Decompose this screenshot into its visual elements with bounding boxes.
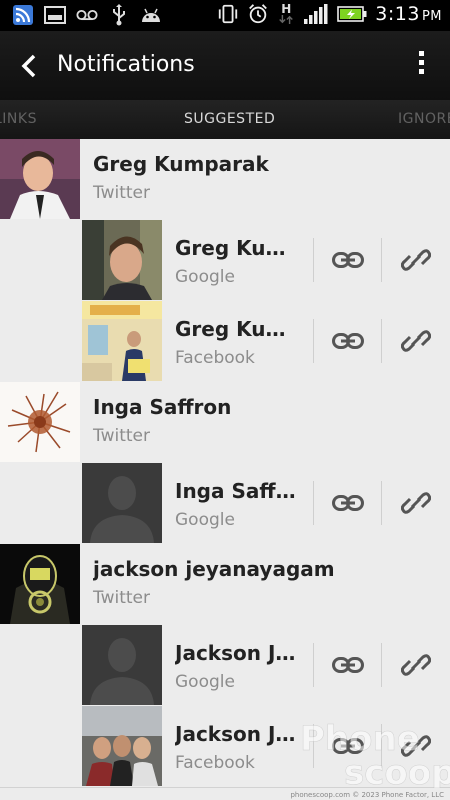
list-item[interactable]: Inga Saffron Google [0,463,450,545]
list-item[interactable]: Jackson Jeyanayagam Facebook [0,706,450,788]
divider [313,481,314,525]
link-icon [332,252,364,268]
contact-name: Jackson Jeyanayagam [175,641,303,665]
contact-source: Google [175,510,235,530]
status-clock: 3:13 PM [375,3,442,25]
link-button[interactable] [328,487,368,519]
footer-text: phonescoop.com © 2023 Phone Factor, LLC [290,791,444,799]
contact-name: Greg Kumparak [93,152,269,176]
footer-credit: phonescoop.com © 2023 Phone Factor, LLC [0,790,450,800]
page-title: Notifications [57,52,195,77]
contact-name: jackson jeyanayagam [93,557,335,581]
link-icon [332,657,364,673]
system-icons: H 3:13 PM [217,3,442,25]
unlink-button[interactable] [396,730,436,762]
list-item[interactable]: Greg Kumparak Facebook [0,301,450,383]
unlink-icon [401,249,431,271]
signal-icon [303,4,329,24]
avatar [82,220,162,300]
clock-time: 3:13 [375,3,420,25]
list-item[interactable]: Inga Saffron Twitter [0,382,450,464]
notification-icons [12,4,162,26]
divider [313,319,314,363]
link-icon [332,738,364,754]
contact-name: Greg Kumparak [175,236,303,260]
list-item[interactable]: Greg Kumparak Twitter [0,139,450,221]
more-vertical-icon [416,51,426,74]
divider [381,481,382,525]
contact-source: Facebook [175,348,255,368]
action-bar: Notifications [0,31,450,100]
unlink-button[interactable] [396,487,436,519]
hspa-data-icon: H [277,2,295,24]
tab-strip: LINKS SUGGESTED IGNORED [0,100,450,139]
link-button[interactable] [328,649,368,681]
unlink-icon [401,735,431,757]
avatar [82,706,162,786]
chevron-left-icon [21,54,36,78]
contact-source: Google [175,267,235,287]
image-icon [44,5,66,25]
divider [381,238,382,282]
divider [313,724,314,768]
unlink-icon [401,492,431,514]
tab-suggested[interactable]: SUGGESTED [184,111,275,127]
network-type: H [281,2,292,16]
list-item[interactable]: Greg Kumparak Google [0,220,450,302]
back-button[interactable] [14,51,44,81]
battery-charging-icon [337,4,367,24]
contact-source: Twitter [93,183,150,203]
clock-ampm: PM [421,9,442,24]
divider [313,238,314,282]
divider [313,643,314,687]
default-contact-icon [82,463,162,543]
avatar [82,625,162,705]
avatar [82,463,162,543]
unlink-button[interactable] [396,244,436,276]
usb-icon [108,4,130,26]
voicemail-icon [76,5,98,25]
alarm-icon [247,4,269,24]
contact-source: Twitter [93,588,150,608]
contact-source: Facebook [175,753,255,773]
unlink-button[interactable] [396,325,436,357]
divider [381,643,382,687]
status-bar: H 3:13 PM [0,0,450,31]
list-item[interactable]: Jackson Jeyanayagam Google [0,625,450,707]
android-icon [140,5,162,25]
avatar [0,544,80,624]
divider [381,724,382,768]
tab-links[interactable]: LINKS [0,111,37,127]
unlink-icon [401,654,431,676]
divider [381,319,382,363]
contact-source: Twitter [93,426,150,446]
link-icon [332,333,364,349]
contact-source: Google [175,672,235,692]
vibrate-icon [217,4,239,24]
contact-name: Greg Kumparak [175,317,303,341]
link-button[interactable] [328,325,368,357]
link-button[interactable] [328,244,368,276]
contact-name: Inga Saffron [175,479,303,503]
unlink-button[interactable] [396,649,436,681]
contact-name: Inga Saffron [93,395,232,419]
tab-ignored[interactable]: IGNORED [398,111,450,127]
list-item[interactable]: jackson jeyanayagam Twitter [0,544,450,626]
avatar [82,301,162,381]
avatar [0,139,80,219]
overflow-menu-button[interactable] [416,51,426,79]
rss-icon [12,5,34,25]
link-icon [332,495,364,511]
contact-name: Jackson Jeyanayagam [175,722,303,746]
link-button[interactable] [328,730,368,762]
unlink-icon [401,330,431,352]
avatar [0,382,80,462]
default-contact-icon [82,625,162,705]
